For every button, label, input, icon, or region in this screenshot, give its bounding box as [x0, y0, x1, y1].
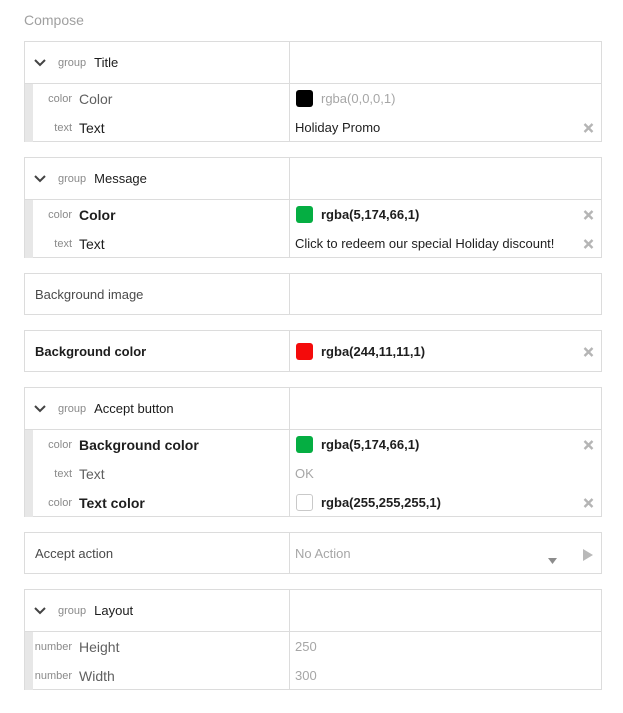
accept-text-row: text Text OK [25, 459, 601, 488]
group-tag: group [58, 56, 87, 69]
background-color-row: Background color rgba(244,11,11,1) [24, 330, 602, 372]
number-placeholder: 300 [295, 668, 317, 683]
layout-width-row: number Width 300 [25, 661, 601, 690]
select-value: No Action [295, 546, 351, 561]
accept-action-row: Accept action No Action [24, 532, 602, 574]
text-value: Click to redeem our special Holiday disc… [295, 236, 555, 251]
group-label: Layout [94, 603, 134, 618]
color-value: rgba(0,0,0,1) [321, 91, 396, 106]
close-icon[interactable] [583, 346, 594, 357]
field-type: text [54, 237, 72, 250]
title-text-row: text Text Holiday Promo [25, 113, 601, 142]
color-value: rgba(5,174,66,1) [321, 207, 420, 222]
accept-text-color-row: color Text color rgba(255,255,255,1) [25, 488, 601, 517]
accept-button-group: group Accept button color Background col… [24, 387, 602, 517]
field-label: Background color [35, 344, 147, 359]
close-icon[interactable] [583, 238, 594, 249]
message-color-row: color Color rgba(5,174,66,1) [25, 200, 601, 229]
field-type: color [48, 92, 72, 105]
color-swatch[interactable] [296, 206, 313, 223]
text-placeholder: OK [295, 466, 314, 481]
accept-bg-color-row: color Background color rgba(5,174,66,1) [25, 430, 601, 459]
indent-bar [25, 229, 33, 258]
indent-bar [25, 459, 33, 488]
chevron-down-icon[interactable] [33, 172, 47, 186]
field-type: color [48, 496, 72, 509]
chevron-down-icon[interactable] [33, 604, 47, 618]
title-text-field[interactable]: Holiday Promo [290, 113, 601, 142]
page-title: Compose [24, 12, 84, 28]
field-label: Color [79, 206, 116, 223]
color-value: rgba(244,11,11,1) [321, 344, 426, 359]
accept-action-select[interactable]: No Action [290, 533, 601, 574]
title-group-header[interactable]: group Title [25, 42, 601, 83]
field-label: Accept action [35, 546, 114, 561]
close-icon[interactable] [583, 439, 594, 450]
message-group: group Message color Color rgba(5,174,66,… [24, 157, 602, 258]
group-label: Accept button [94, 401, 174, 416]
close-icon[interactable] [583, 209, 594, 220]
indent-bar [25, 113, 33, 142]
group-tag: group [58, 172, 87, 185]
field-label: Color [79, 90, 113, 107]
accept-bg-color-field[interactable]: rgba(5,174,66,1) [290, 430, 601, 459]
color-value: rgba(255,255,255,1) [321, 495, 441, 510]
title-group: group Title color Color rgba(0,0,0,1) te… [24, 41, 602, 142]
color-swatch[interactable] [296, 343, 313, 360]
group-tag: group [58, 604, 87, 617]
field-label: Text [79, 119, 105, 136]
height-field[interactable]: 250 [290, 632, 601, 661]
message-text-row: text Text Click to redeem our special Ho… [25, 229, 601, 258]
title-color-row: color Color rgba(0,0,0,1) [25, 84, 601, 113]
group-label: Title [94, 55, 119, 70]
accept-text-color-field[interactable]: rgba(255,255,255,1) [290, 488, 601, 517]
caret-down-icon[interactable] [548, 551, 557, 564]
close-icon[interactable] [583, 122, 594, 133]
background-image-field[interactable] [290, 274, 601, 315]
color-swatch[interactable] [296, 494, 313, 511]
message-color-field[interactable]: rgba(5,174,66,1) [290, 200, 601, 229]
field-label: Text [79, 465, 105, 482]
indent-bar [25, 661, 33, 690]
background-image-row: Background image [24, 273, 602, 315]
accept-button-group-header[interactable]: group Accept button [25, 388, 601, 429]
field-label: Background image [35, 287, 144, 302]
field-label: Background color [79, 436, 199, 453]
indent-bar [25, 84, 33, 113]
chevron-down-icon[interactable] [33, 402, 47, 416]
field-label: Width [79, 667, 115, 684]
play-icon[interactable] [583, 548, 593, 561]
color-value: rgba(5,174,66,1) [321, 437, 420, 452]
field-type: color [48, 438, 72, 451]
message-group-header[interactable]: group Message [25, 158, 601, 199]
indent-bar [25, 632, 33, 661]
text-value: Holiday Promo [295, 120, 381, 135]
field-type: text [54, 467, 72, 480]
close-icon[interactable] [583, 497, 594, 508]
field-label: Text color [79, 494, 145, 511]
field-label: Height [79, 638, 120, 655]
title-color-field[interactable]: rgba(0,0,0,1) [290, 84, 601, 113]
indent-bar [25, 488, 33, 517]
indent-bar [25, 430, 33, 459]
layout-group-header[interactable]: group Layout [25, 590, 601, 631]
chevron-down-icon[interactable] [33, 56, 47, 70]
layout-group: group Layout number Height 250 number Wi… [24, 589, 602, 690]
field-type: number [34, 669, 72, 682]
message-text-field[interactable]: Click to redeem our special Holiday disc… [290, 229, 601, 258]
number-placeholder: 250 [295, 639, 317, 654]
width-field[interactable]: 300 [290, 661, 601, 690]
color-swatch[interactable] [296, 90, 313, 107]
field-type: text [54, 121, 72, 134]
field-label: Text [79, 235, 105, 252]
field-type: number [34, 640, 72, 653]
color-swatch[interactable] [296, 436, 313, 453]
accept-text-field[interactable]: OK [290, 459, 601, 488]
layout-height-row: number Height 250 [25, 632, 601, 661]
group-label: Message [94, 171, 147, 186]
background-color-field[interactable]: rgba(244,11,11,1) [290, 331, 601, 372]
field-type: color [48, 208, 72, 221]
group-tag: group [58, 402, 87, 415]
indent-bar [25, 200, 33, 229]
